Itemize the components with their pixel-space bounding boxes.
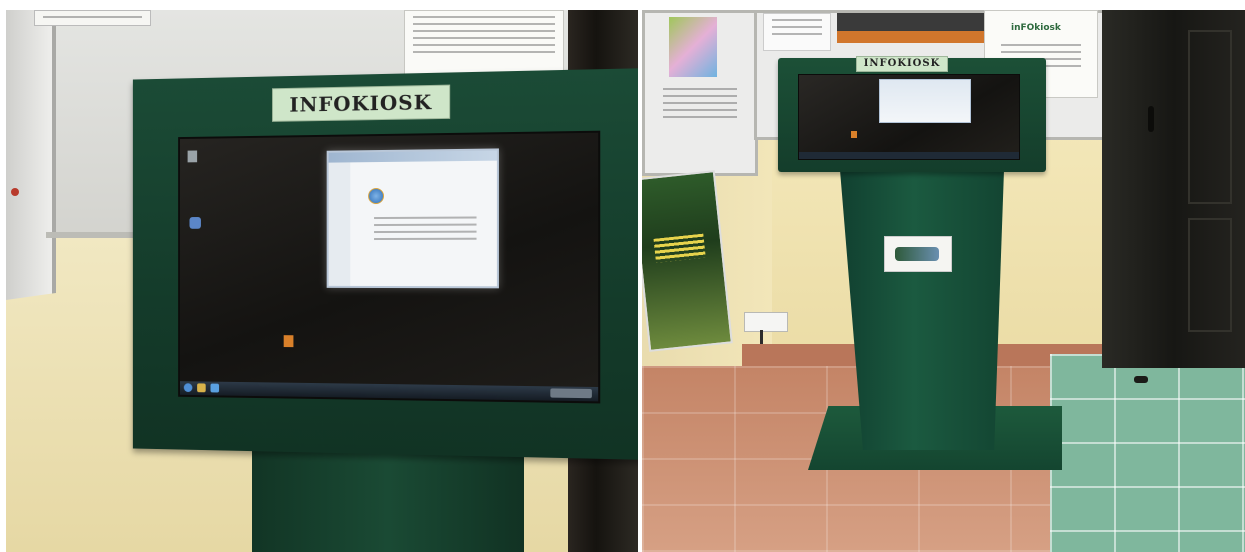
- browser-window: [879, 79, 971, 123]
- browser-text-block: [366, 211, 485, 262]
- door-panel-top: [1188, 30, 1232, 204]
- browser-ie-icon: [368, 187, 384, 205]
- case-red-dot: [11, 188, 19, 196]
- browser-sidebar: [328, 162, 351, 286]
- tray-icons: [550, 388, 592, 399]
- kiosk-pedestal: [252, 440, 524, 552]
- kiosk-label-sign: INFOKIOSK: [272, 84, 451, 122]
- display-case-frame: [6, 10, 56, 300]
- taskbar-browser-icon: [210, 383, 220, 393]
- poster-logo: inFOkiosk: [1011, 23, 1061, 33]
- floor-green: [1050, 354, 1245, 552]
- notice-banner-orange: [837, 13, 991, 43]
- kiosk-head: INFOKIOSK: [778, 56, 1046, 172]
- colorful-leaflet: [669, 17, 717, 77]
- desktop-icon-network: [189, 217, 201, 229]
- kiosk-frame: INFOKIOSK: [132, 68, 638, 460]
- screen-taskbar: [799, 152, 1019, 159]
- floor-object: [1134, 376, 1148, 383]
- photo-kiosk-full: inFOkiosk INFOKIOSK: [642, 10, 1245, 552]
- door-handle: [1148, 106, 1154, 132]
- poster-headline: [653, 233, 706, 263]
- door-panel-bottom: [1188, 218, 1232, 332]
- logo-graphic: [895, 247, 939, 261]
- screen-taskbar: [180, 381, 599, 402]
- kiosk-label-sign: INFOKIOSK: [856, 56, 948, 72]
- notice-sheet-1: [763, 13, 831, 51]
- desktop-icon-computer: [187, 150, 198, 163]
- kiosk-screen: [178, 130, 601, 404]
- wall-outlets: [744, 312, 788, 332]
- notice-board-left: [642, 10, 758, 176]
- start-orb-icon: [183, 383, 193, 393]
- kiosk-screen: [798, 74, 1020, 160]
- browser-titlebar: [328, 150, 497, 163]
- notice-paper-left: [34, 10, 151, 26]
- browser-window: [326, 148, 499, 289]
- notice-paper-right: [404, 10, 564, 78]
- column-logo-panel: [884, 236, 952, 272]
- wooden-door: [1102, 10, 1245, 368]
- desktop-icon-app: [851, 131, 857, 138]
- kiosk-column: [840, 170, 1004, 450]
- desktop-icon-app: [283, 335, 294, 348]
- leaflet-text: [655, 83, 745, 153]
- taskbar-explorer-icon: [197, 383, 206, 393]
- photo-kiosk-closeup: INFOKIOSK: [6, 10, 638, 552]
